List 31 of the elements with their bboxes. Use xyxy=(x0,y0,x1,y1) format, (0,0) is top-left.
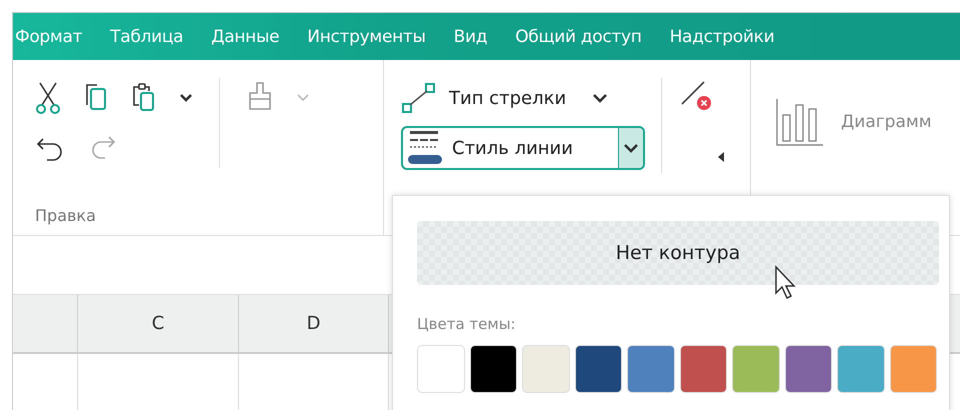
menu-item[interactable]: Данные xyxy=(211,26,294,46)
group-label: Правка xyxy=(35,206,97,227)
caret-icon[interactable] xyxy=(618,128,643,168)
chart-label[interactable]: Диаграмм xyxy=(841,112,932,132)
arrow-type-button[interactable]: Тип стрелки xyxy=(401,78,645,118)
menu-item[interactable]: Вид xyxy=(454,26,502,46)
column-header[interactable]: D xyxy=(239,295,389,352)
color-swatch[interactable] xyxy=(784,345,832,393)
color-swatch[interactable] xyxy=(680,345,727,393)
color-swatch[interactable] xyxy=(522,345,570,393)
color-swatch[interactable] xyxy=(574,345,622,393)
cut-icon[interactable] xyxy=(35,81,61,115)
line-style-dropdown[interactable]: Стиль линии xyxy=(401,126,645,170)
menu-item[interactable]: Общий доступ xyxy=(515,26,656,46)
theme-colors-label: Цвета темы: xyxy=(417,315,517,333)
menu-item[interactable]: Инструменты xyxy=(307,26,440,46)
arrow-icon xyxy=(401,81,437,115)
color-swatch[interactable] xyxy=(837,345,884,393)
color-swatch[interactable] xyxy=(732,345,780,393)
color-swatch[interactable] xyxy=(470,345,517,393)
color-swatch[interactable] xyxy=(417,345,464,393)
color-swatch[interactable] xyxy=(890,345,937,393)
menu-item[interactable]: Таблица xyxy=(110,26,198,46)
color-swatch[interactable] xyxy=(627,345,674,393)
menu-item[interactable]: Надстройки xyxy=(670,26,788,46)
menu-item[interactable]: Формат xyxy=(15,26,96,46)
column-header[interactable]: C xyxy=(78,295,239,352)
bar-chart-icon[interactable] xyxy=(775,96,825,146)
no-outline-button[interactable]: Нет контура xyxy=(417,221,939,285)
scroll-left-icon[interactable] xyxy=(718,152,724,162)
caret-icon xyxy=(592,92,608,104)
